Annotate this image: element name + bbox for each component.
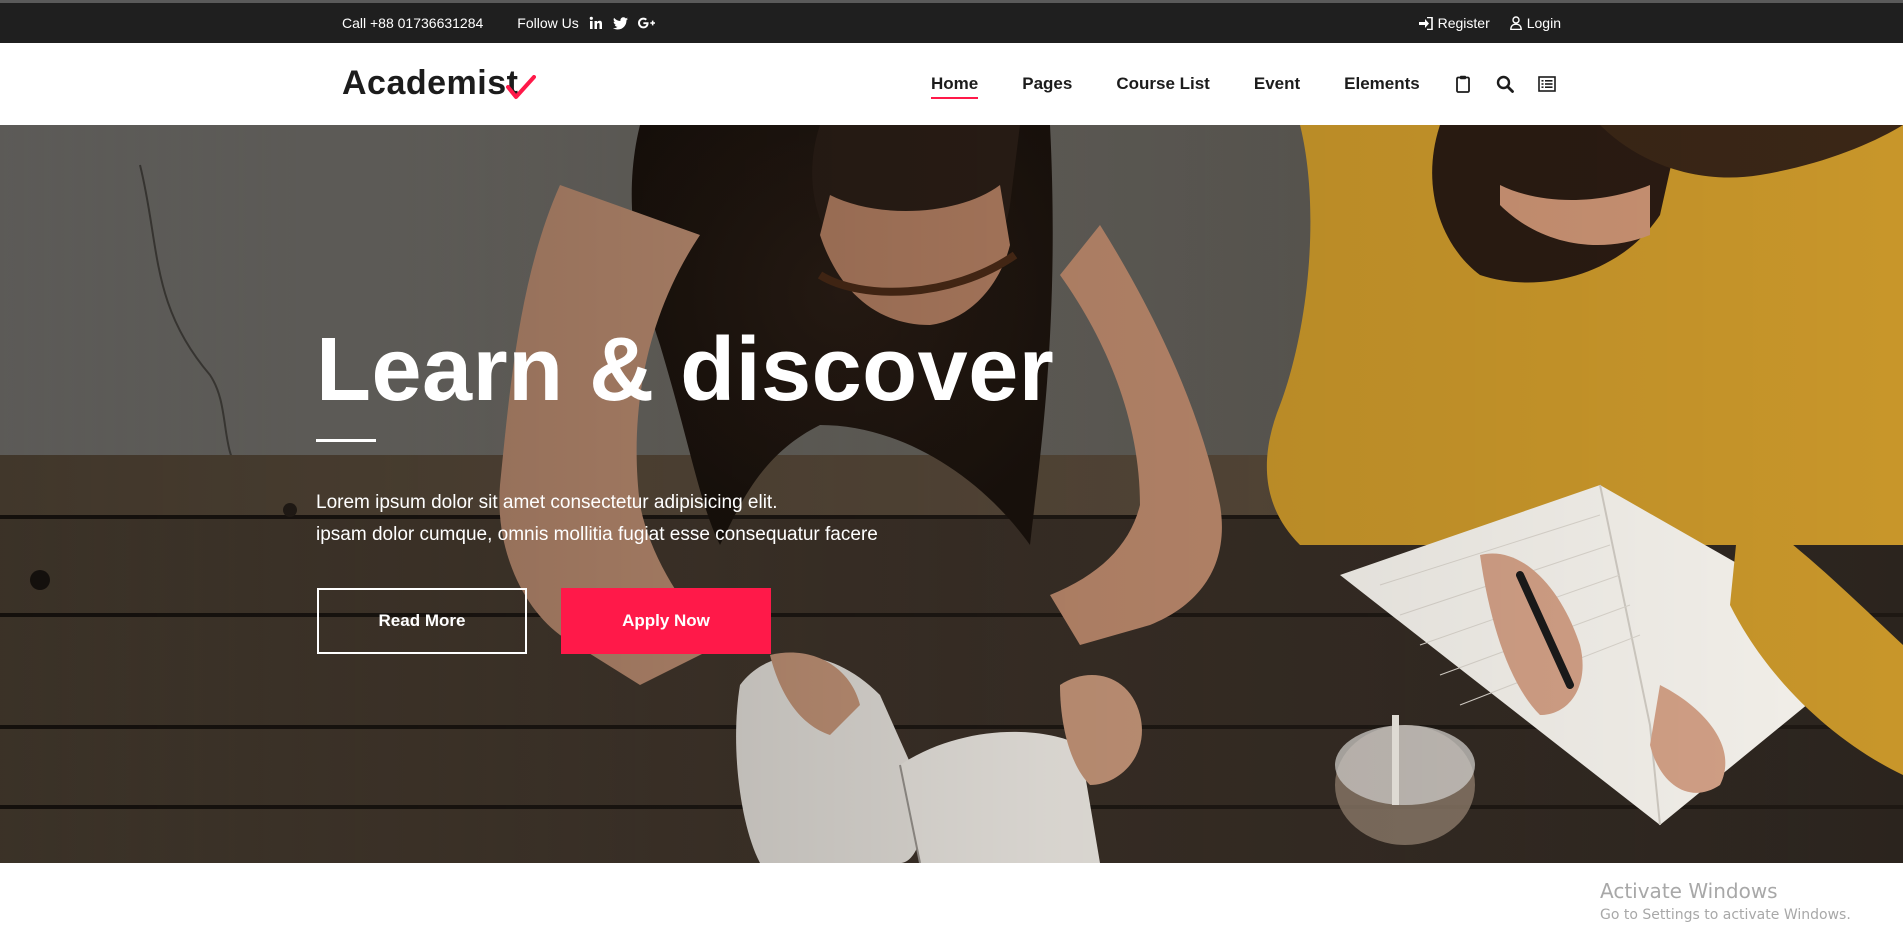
search-icon[interactable] [1495,74,1515,94]
read-more-button[interactable]: Read More [317,588,527,654]
login-label: Login [1526,15,1561,31]
linkedin-icon[interactable] [589,16,603,30]
login-link[interactable]: Login [1509,15,1561,31]
hero-banner: Learn & discover Lorem ipsum dolor sit a… [0,125,1903,863]
clipboard-icon[interactable] [1453,74,1473,94]
follow-us: Follow Us [517,15,655,31]
sign-in-icon [1418,16,1433,30]
nav-item-home[interactable]: Home [931,43,979,125]
site-logo[interactable]: Academist [342,61,548,105]
social-links [589,16,655,30]
user-icon [1509,16,1522,30]
top-bar-right: Register Login [1418,3,1561,43]
main-navbar: Academist Home Pages Course List Event E… [0,43,1903,125]
nav-item-event[interactable]: Event [1254,43,1300,125]
apply-now-button[interactable]: Apply Now [561,588,771,654]
phone-text: Call +88 01736631284 [342,15,484,31]
hero-background-image [0,125,1903,863]
hero-description-line-2: ipsam dolor cumque, omnis mollitia fugia… [316,524,878,545]
hero-title: Learn & discover [316,320,1055,420]
register-label: Register [1437,15,1490,31]
twitter-icon[interactable] [612,16,628,30]
top-bar: Call +88 01736631284 Follow Us Register [0,0,1903,43]
activate-windows-watermark: Activate Windows Go to Settings to activ… [1600,879,1851,923]
hero-title-underline [316,439,376,442]
logo-text: Academist [342,64,519,102]
nav-item-course-list[interactable]: Course List [1116,43,1210,125]
top-bar-left: Call +88 01736631284 Follow Us [342,3,655,43]
nav-item-elements[interactable]: Elements [1344,43,1420,125]
watermark-line-2: Go to Settings to activate Windows. [1600,907,1851,923]
hero-description: Lorem ipsum dolor sit amet consectetur a… [316,487,878,551]
menu-list-icon[interactable] [1537,74,1557,94]
register-link[interactable]: Register [1418,15,1490,31]
watermark-line-1: Activate Windows [1600,879,1778,903]
follow-us-label: Follow Us [517,15,579,31]
main-menu: Home Pages Course List Event Elements [931,43,1464,125]
nav-icons [1453,43,1557,125]
nav-item-pages[interactable]: Pages [1022,43,1072,125]
checkmark-icon [506,75,537,101]
google-plus-icon[interactable] [637,17,655,29]
hero-description-line-1: Lorem ipsum dolor sit amet consectetur a… [316,492,778,513]
